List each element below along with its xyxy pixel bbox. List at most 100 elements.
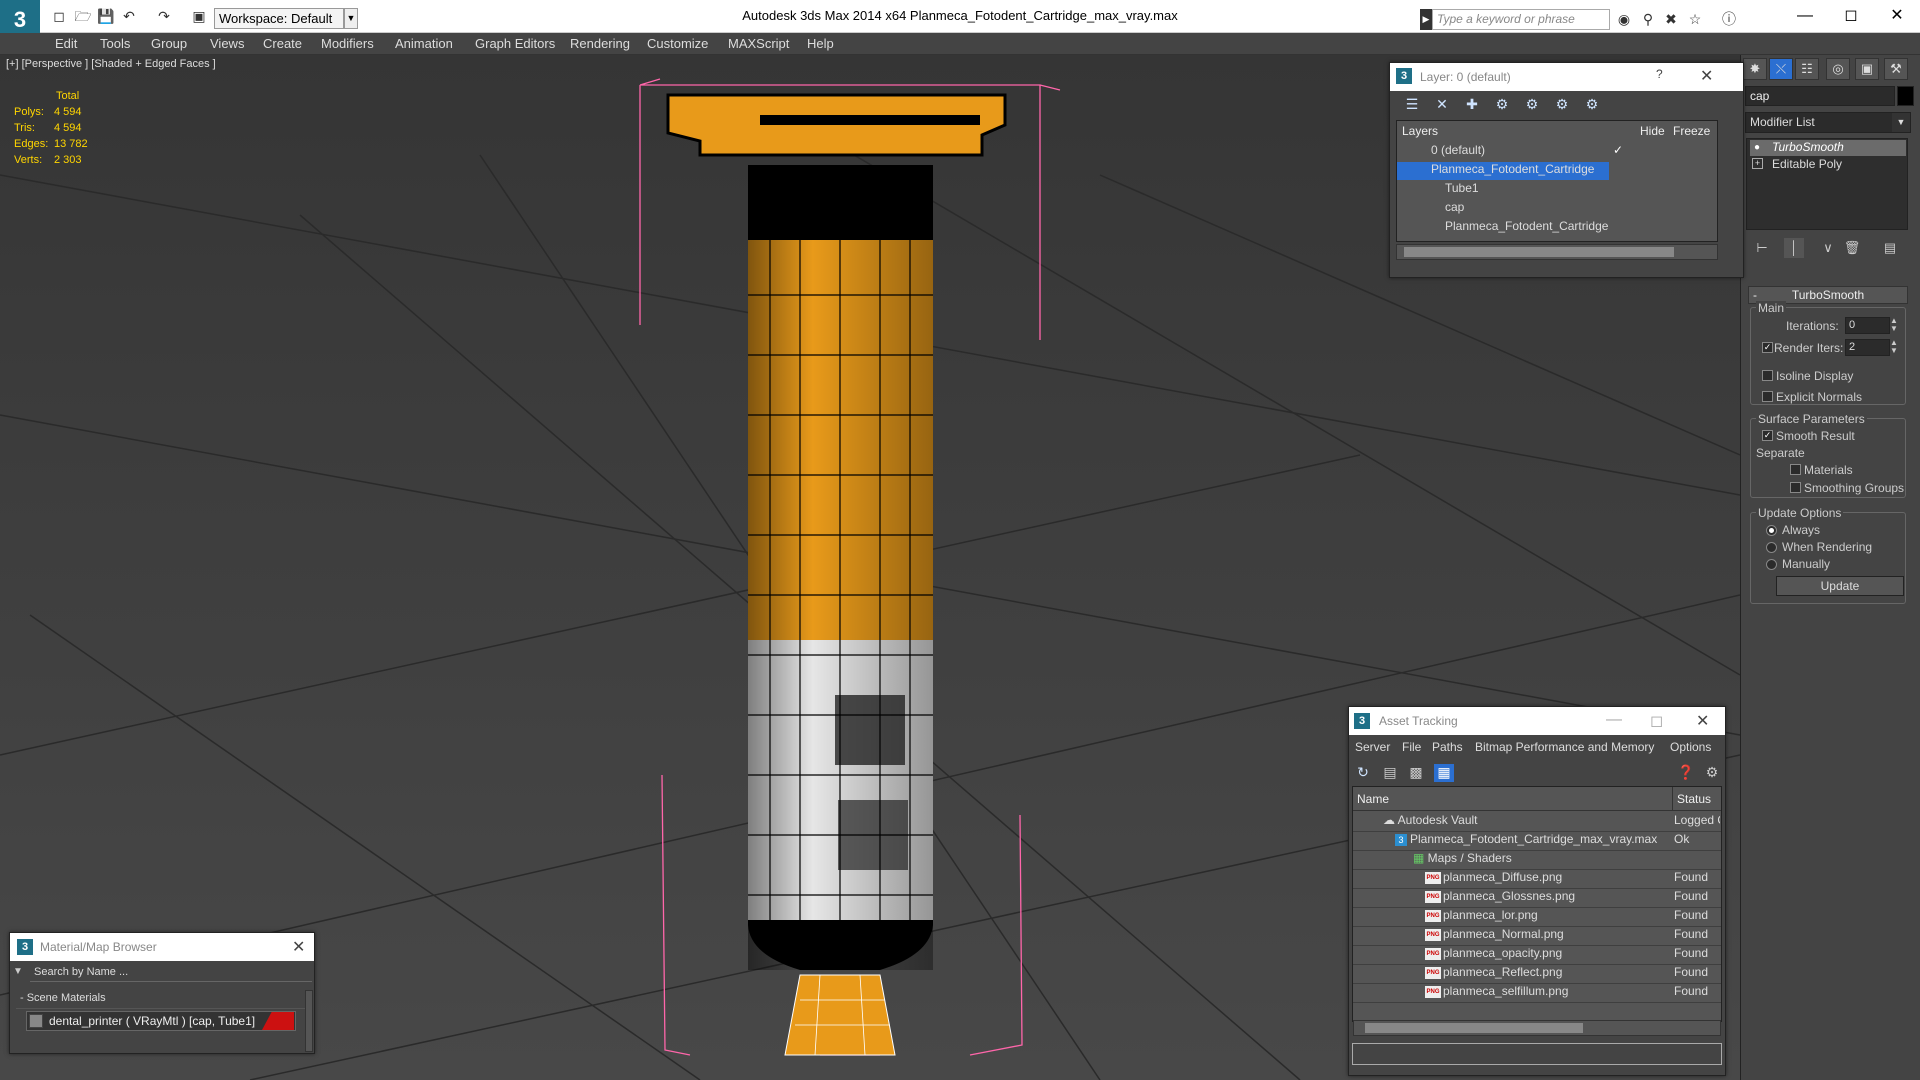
iterations-spinner[interactable]: 0 [1845, 317, 1890, 334]
menu-customize[interactable]: Customize [647, 36, 708, 51]
asset-row-maxfile[interactable]: 3 Planmeca_Fotodent_Cartridge_max_vray.ma… [1353, 832, 1721, 851]
remove-modifier-icon[interactable]: 🗑 [1842, 238, 1862, 258]
layer-row-default[interactable]: 0 (default) [1397, 143, 1717, 161]
asset-row-vault[interactable]: ☁ Autodesk Vault [1353, 813, 1721, 832]
layer-scroll-thumb[interactable] [1404, 247, 1674, 257]
layer-object-cap[interactable]: cap [1397, 200, 1717, 218]
maximize-button[interactable]: ◻ [1828, 4, 1874, 28]
render-iters-checkbox[interactable]: ✓ [1762, 342, 1773, 353]
menu-maxscript[interactable]: MAXScript [728, 36, 789, 51]
connect-icon[interactable]: ✖ [1662, 10, 1680, 28]
material-close-button[interactable]: ✕ [292, 937, 305, 957]
menu-rendering[interactable]: Rendering [570, 36, 630, 51]
close-button[interactable]: ✕ [1874, 4, 1920, 28]
chevron-down-icon[interactable]: ▼ [1892, 113, 1910, 132]
asset-row-png[interactable]: PNG planmeca_Normal.png [1353, 927, 1721, 946]
when-rendering-radio[interactable] [1766, 542, 1777, 553]
asset-row-png[interactable]: PNG planmeca_Glossnes.png [1353, 889, 1721, 908]
list-view-icon[interactable]: ▤ [1380, 764, 1400, 782]
asset-row-png[interactable]: PNG planmeca_lor.png [1353, 908, 1721, 927]
star-icon[interactable]: ☆ [1686, 10, 1704, 28]
asset-menu-bitmap[interactable]: Bitmap Performance and Memory [1475, 740, 1654, 754]
col-name[interactable]: Name [1353, 787, 1721, 811]
motion-tab-icon[interactable]: ◎ [1826, 58, 1850, 80]
asset-row-png[interactable]: PNG planmeca_selfillum.png [1353, 984, 1721, 1003]
highlight-layer-icon[interactable]: ⚙ [1522, 96, 1542, 114]
menu-edit[interactable]: Edit [55, 36, 77, 51]
pin-stack-icon[interactable]: ⊢ [1752, 238, 1772, 258]
spinner-arrows-icon[interactable]: ▲ ▼ [1890, 317, 1898, 333]
refresh-icon[interactable]: ↻ [1353, 764, 1373, 782]
material-search-input[interactable]: Search by Name ... [30, 964, 312, 982]
modify-tab-icon[interactable]: ⤬ [1769, 58, 1793, 80]
render-iters-spinner[interactable]: 2 [1845, 339, 1890, 356]
expand-icon[interactable]: + [1752, 158, 1763, 169]
help-button[interactable]: ? [1656, 67, 1663, 81]
layer-row-cartridge[interactable]: Planmeca_Fotodent_Cartridge [1397, 162, 1609, 180]
hierarchy-tab-icon[interactable]: ☷ [1795, 58, 1819, 80]
asset-tracking-title[interactable]: Asset Tracking [1349, 707, 1725, 735]
stack-item-turbosmooth[interactable]: TurboSmooth [1750, 140, 1906, 156]
tree-view-icon[interactable]: ▩ [1406, 764, 1426, 782]
explicit-normals-checkbox[interactable] [1762, 391, 1773, 402]
asset-row-png[interactable]: PNG planmeca_opacity.png [1353, 946, 1721, 965]
options-dropdown-icon[interactable]: ▼ [13, 966, 23, 977]
col-freeze[interactable]: Freeze [1673, 121, 1710, 141]
search-expand-icon[interactable]: ▶ [1420, 9, 1432, 30]
delete-layer-icon[interactable]: ✕ [1432, 96, 1452, 114]
menu-group[interactable]: Group [151, 36, 187, 51]
menu-animation[interactable]: Animation [395, 36, 453, 51]
manually-radio[interactable] [1766, 559, 1777, 570]
settings-icon[interactable]: ⚙ [1702, 764, 1722, 782]
key-icon[interactable]: ⚲ [1639, 10, 1657, 28]
smoothing-groups-checkbox[interactable] [1790, 482, 1801, 493]
asset-menu-file[interactable]: File [1402, 740, 1421, 754]
object-name-field[interactable]: cap [1745, 86, 1895, 106]
menu-create[interactable]: Create [263, 36, 302, 51]
menu-help[interactable]: Help [807, 36, 834, 51]
search-input[interactable]: Type a keyword or phrase [1432, 9, 1610, 30]
lightbulb-icon[interactable]: ● [1754, 142, 1760, 153]
menu-graph-editors[interactable]: Graph Editors [475, 36, 555, 51]
col-layers[interactable]: Layers [1402, 121, 1438, 141]
material-vscrollbar[interactable] [305, 990, 313, 1052]
material-item[interactable]: dental_printer ( VRayMtl ) [cap, Tube1] [26, 1011, 296, 1031]
layer-dialog-title[interactable]: Layer: 0 (default) [1390, 63, 1743, 91]
utilities-tab-icon[interactable]: ⚒ [1884, 58, 1908, 80]
col-status[interactable]: Status [1672, 787, 1720, 811]
table-view-icon[interactable]: ▦ [1434, 764, 1454, 782]
material-browser-title[interactable]: Material/Map Browser [10, 933, 314, 961]
asset-help-icon[interactable]: ❓ [1676, 764, 1696, 782]
asset-close-button[interactable]: ✕ [1696, 711, 1709, 731]
hide-all-layers-icon[interactable]: ⚙ [1552, 96, 1572, 114]
binoculars-icon[interactable]: ◉ [1615, 10, 1633, 28]
make-unique-icon[interactable]: ∨ [1818, 238, 1838, 258]
display-tab-icon[interactable]: ▣ [1855, 58, 1879, 80]
modifier-list-dropdown[interactable]: Modifier List [1745, 112, 1911, 133]
menu-tools[interactable]: Tools [100, 36, 130, 51]
isoline-display-checkbox[interactable] [1762, 370, 1773, 381]
asset-minimize-button[interactable]: — [1606, 711, 1622, 729]
asset-menu-server[interactable]: Server [1355, 740, 1390, 754]
asset-path-field[interactable] [1352, 1043, 1722, 1065]
update-button[interactable]: Update [1776, 576, 1904, 596]
create-layer-icon[interactable]: ☰ [1402, 96, 1422, 114]
help-icon[interactable]: ⓘ [1720, 10, 1738, 28]
asset-scroll-thumb[interactable] [1365, 1023, 1583, 1033]
viewport-label[interactable]: [+] [Perspective ] [Shaded + Edged Faces… [6, 58, 216, 70]
asset-row-maps[interactable]: ▦ Maps / Shaders [1353, 851, 1721, 870]
asset-maximize-button[interactable]: ◻ [1650, 711, 1663, 731]
current-layer-check-icon[interactable]: ✓ [1613, 143, 1623, 157]
materials-checkbox[interactable] [1790, 464, 1801, 475]
layer-object-tube1[interactable]: Tube1 [1397, 181, 1717, 199]
object-color-swatch[interactable] [1897, 86, 1914, 106]
show-end-result-icon[interactable]: │ [1784, 238, 1804, 258]
create-tab-icon[interactable]: ✸ [1743, 58, 1767, 80]
spinner-arrows-icon[interactable]: ▲ ▼ [1890, 339, 1898, 355]
scene-materials-group[interactable]: - Scene Materials [16, 992, 306, 1009]
menu-modifiers[interactable]: Modifiers [321, 36, 374, 51]
asset-menu-options[interactable]: Options [1670, 740, 1711, 754]
stack-item-editable-poly[interactable]: Editable Poly [1750, 157, 1906, 173]
layer-close-button[interactable]: ✕ [1700, 66, 1713, 86]
col-hide[interactable]: Hide [1640, 121, 1665, 141]
